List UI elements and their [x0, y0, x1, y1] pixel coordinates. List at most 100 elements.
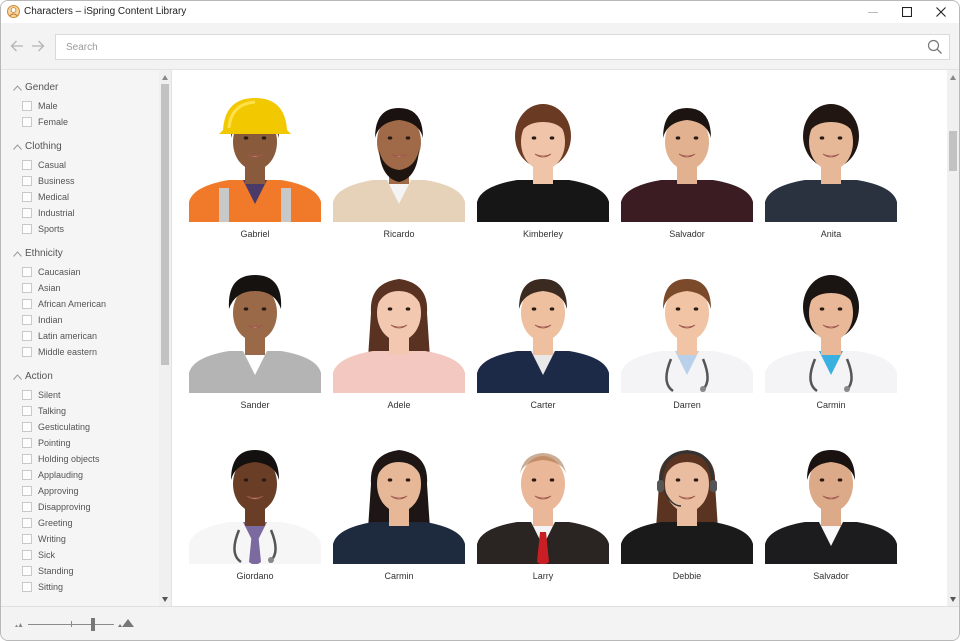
- character-portrait[interactable]: [621, 92, 753, 222]
- filter-checkbox[interactable]: [22, 267, 32, 277]
- character-card[interactable]: Larry: [477, 434, 609, 605]
- back-button[interactable]: [9, 38, 25, 54]
- filter-checkbox[interactable]: [22, 192, 32, 202]
- forward-button[interactable]: [30, 38, 46, 54]
- character-portrait[interactable]: [765, 434, 897, 564]
- filter-checkbox[interactable]: [22, 101, 32, 111]
- filter-option[interactable]: Gesticulating: [1, 420, 159, 436]
- search-input[interactable]: [66, 35, 916, 59]
- filter-checkbox[interactable]: [22, 566, 32, 576]
- scroll-down-icon[interactable]: [950, 597, 956, 602]
- search-icon[interactable]: [927, 39, 943, 55]
- filter-option[interactable]: Latin american: [1, 329, 159, 345]
- filter-option[interactable]: Sick: [1, 548, 159, 564]
- character-portrait[interactable]: [477, 92, 609, 222]
- scroll-down-icon[interactable]: [162, 597, 168, 602]
- filter-checkbox[interactable]: [22, 331, 32, 341]
- filter-option[interactable]: Sports: [1, 222, 159, 238]
- maximize-button[interactable]: [890, 1, 924, 23]
- character-card[interactable]: Darren: [621, 263, 753, 434]
- character-portrait[interactable]: [189, 434, 321, 564]
- filter-option[interactable]: Business: [1, 174, 159, 190]
- filter-option[interactable]: Applauding: [1, 468, 159, 484]
- character-card[interactable]: Carmin: [765, 263, 897, 434]
- character-portrait[interactable]: [765, 92, 897, 222]
- filter-checkbox[interactable]: [22, 283, 32, 293]
- filter-option[interactable]: Indian: [1, 313, 159, 329]
- character-card[interactable]: Sander: [189, 263, 321, 434]
- filter-checkbox[interactable]: [22, 582, 32, 592]
- filter-option[interactable]: Asian: [1, 281, 159, 297]
- filter-option[interactable]: Talking: [1, 404, 159, 420]
- sidebar-scrollbar[interactable]: [159, 70, 171, 606]
- character-card[interactable]: Salvador: [765, 434, 897, 605]
- character-card[interactable]: Gabriel: [189, 92, 321, 263]
- filter-option[interactable]: Caucasian: [1, 265, 159, 281]
- gallery-scrollbar[interactable]: [947, 70, 959, 606]
- filter-group-action[interactable]: Action: [1, 368, 159, 388]
- character-card[interactable]: Ricardo: [333, 92, 465, 263]
- filter-option[interactable]: Approving: [1, 484, 159, 500]
- filter-option[interactable]: African American: [1, 297, 159, 313]
- filter-group-ethnicity[interactable]: Ethnicity: [1, 245, 159, 265]
- filter-checkbox[interactable]: [22, 299, 32, 309]
- filter-option[interactable]: Female: [1, 115, 159, 131]
- filter-group-gender[interactable]: Gender: [1, 79, 159, 99]
- filter-checkbox[interactable]: [22, 518, 32, 528]
- filter-checkbox[interactable]: [22, 422, 32, 432]
- filter-option[interactable]: Writing: [1, 532, 159, 548]
- character-portrait[interactable]: [333, 263, 465, 393]
- filter-option[interactable]: Industrial: [1, 206, 159, 222]
- gallery-scroll-thumb[interactable]: [949, 131, 957, 171]
- scroll-up-icon[interactable]: [162, 75, 168, 80]
- small-thumbnails-icon[interactable]: [15, 621, 23, 627]
- filter-option[interactable]: Sitting: [1, 580, 159, 596]
- filter-checkbox[interactable]: [22, 470, 32, 480]
- close-button[interactable]: [924, 1, 958, 23]
- filter-checkbox[interactable]: [22, 208, 32, 218]
- filter-checkbox[interactable]: [22, 176, 32, 186]
- character-portrait[interactable]: [477, 434, 609, 564]
- filter-option[interactable]: Male: [1, 99, 159, 115]
- chevron-up-icon[interactable]: [13, 251, 22, 257]
- character-card[interactable]: Adele: [333, 263, 465, 434]
- filter-option[interactable]: Standing: [1, 564, 159, 580]
- filter-checkbox[interactable]: [22, 486, 32, 496]
- filter-checkbox[interactable]: [22, 406, 32, 416]
- filter-checkbox[interactable]: [22, 454, 32, 464]
- character-portrait[interactable]: [189, 263, 321, 393]
- character-card[interactable]: Carter: [477, 263, 609, 434]
- character-portrait[interactable]: [621, 434, 753, 564]
- character-card[interactable]: Salvador: [621, 92, 753, 263]
- character-portrait[interactable]: [189, 92, 321, 222]
- filter-checkbox[interactable]: [22, 390, 32, 400]
- filter-checkbox[interactable]: [22, 438, 32, 448]
- filter-option[interactable]: Disapproving: [1, 500, 159, 516]
- filter-checkbox[interactable]: [22, 117, 32, 127]
- filter-checkbox[interactable]: [22, 502, 32, 512]
- slider-thumb[interactable]: [90, 618, 95, 631]
- filter-checkbox[interactable]: [22, 534, 32, 544]
- character-card[interactable]: Debbie: [621, 434, 753, 605]
- character-portrait[interactable]: [765, 263, 897, 393]
- filter-option[interactable]: Middle eastern: [1, 345, 159, 361]
- chevron-up-icon[interactable]: [13, 374, 22, 380]
- character-card[interactable]: Kimberley: [477, 92, 609, 263]
- chevron-up-icon[interactable]: [13, 85, 22, 91]
- filter-option[interactable]: Holding objects: [1, 452, 159, 468]
- sidebar-scroll-thumb[interactable]: [161, 84, 169, 365]
- filter-option[interactable]: Medical: [1, 190, 159, 206]
- filter-checkbox[interactable]: [22, 160, 32, 170]
- scroll-up-icon[interactable]: [950, 75, 956, 80]
- character-card[interactable]: Giordano: [189, 434, 321, 605]
- filter-checkbox[interactable]: [22, 550, 32, 560]
- character-card[interactable]: Anita: [765, 92, 897, 263]
- character-portrait[interactable]: [333, 92, 465, 222]
- filter-option[interactable]: Greeting: [1, 516, 159, 532]
- filter-option[interactable]: Pointing: [1, 436, 159, 452]
- character-portrait[interactable]: [621, 263, 753, 393]
- minimize-button[interactable]: [856, 1, 890, 23]
- filter-option[interactable]: Casual: [1, 158, 159, 174]
- filter-option[interactable]: Silent: [1, 388, 159, 404]
- filter-group-clothing[interactable]: Clothing: [1, 138, 159, 158]
